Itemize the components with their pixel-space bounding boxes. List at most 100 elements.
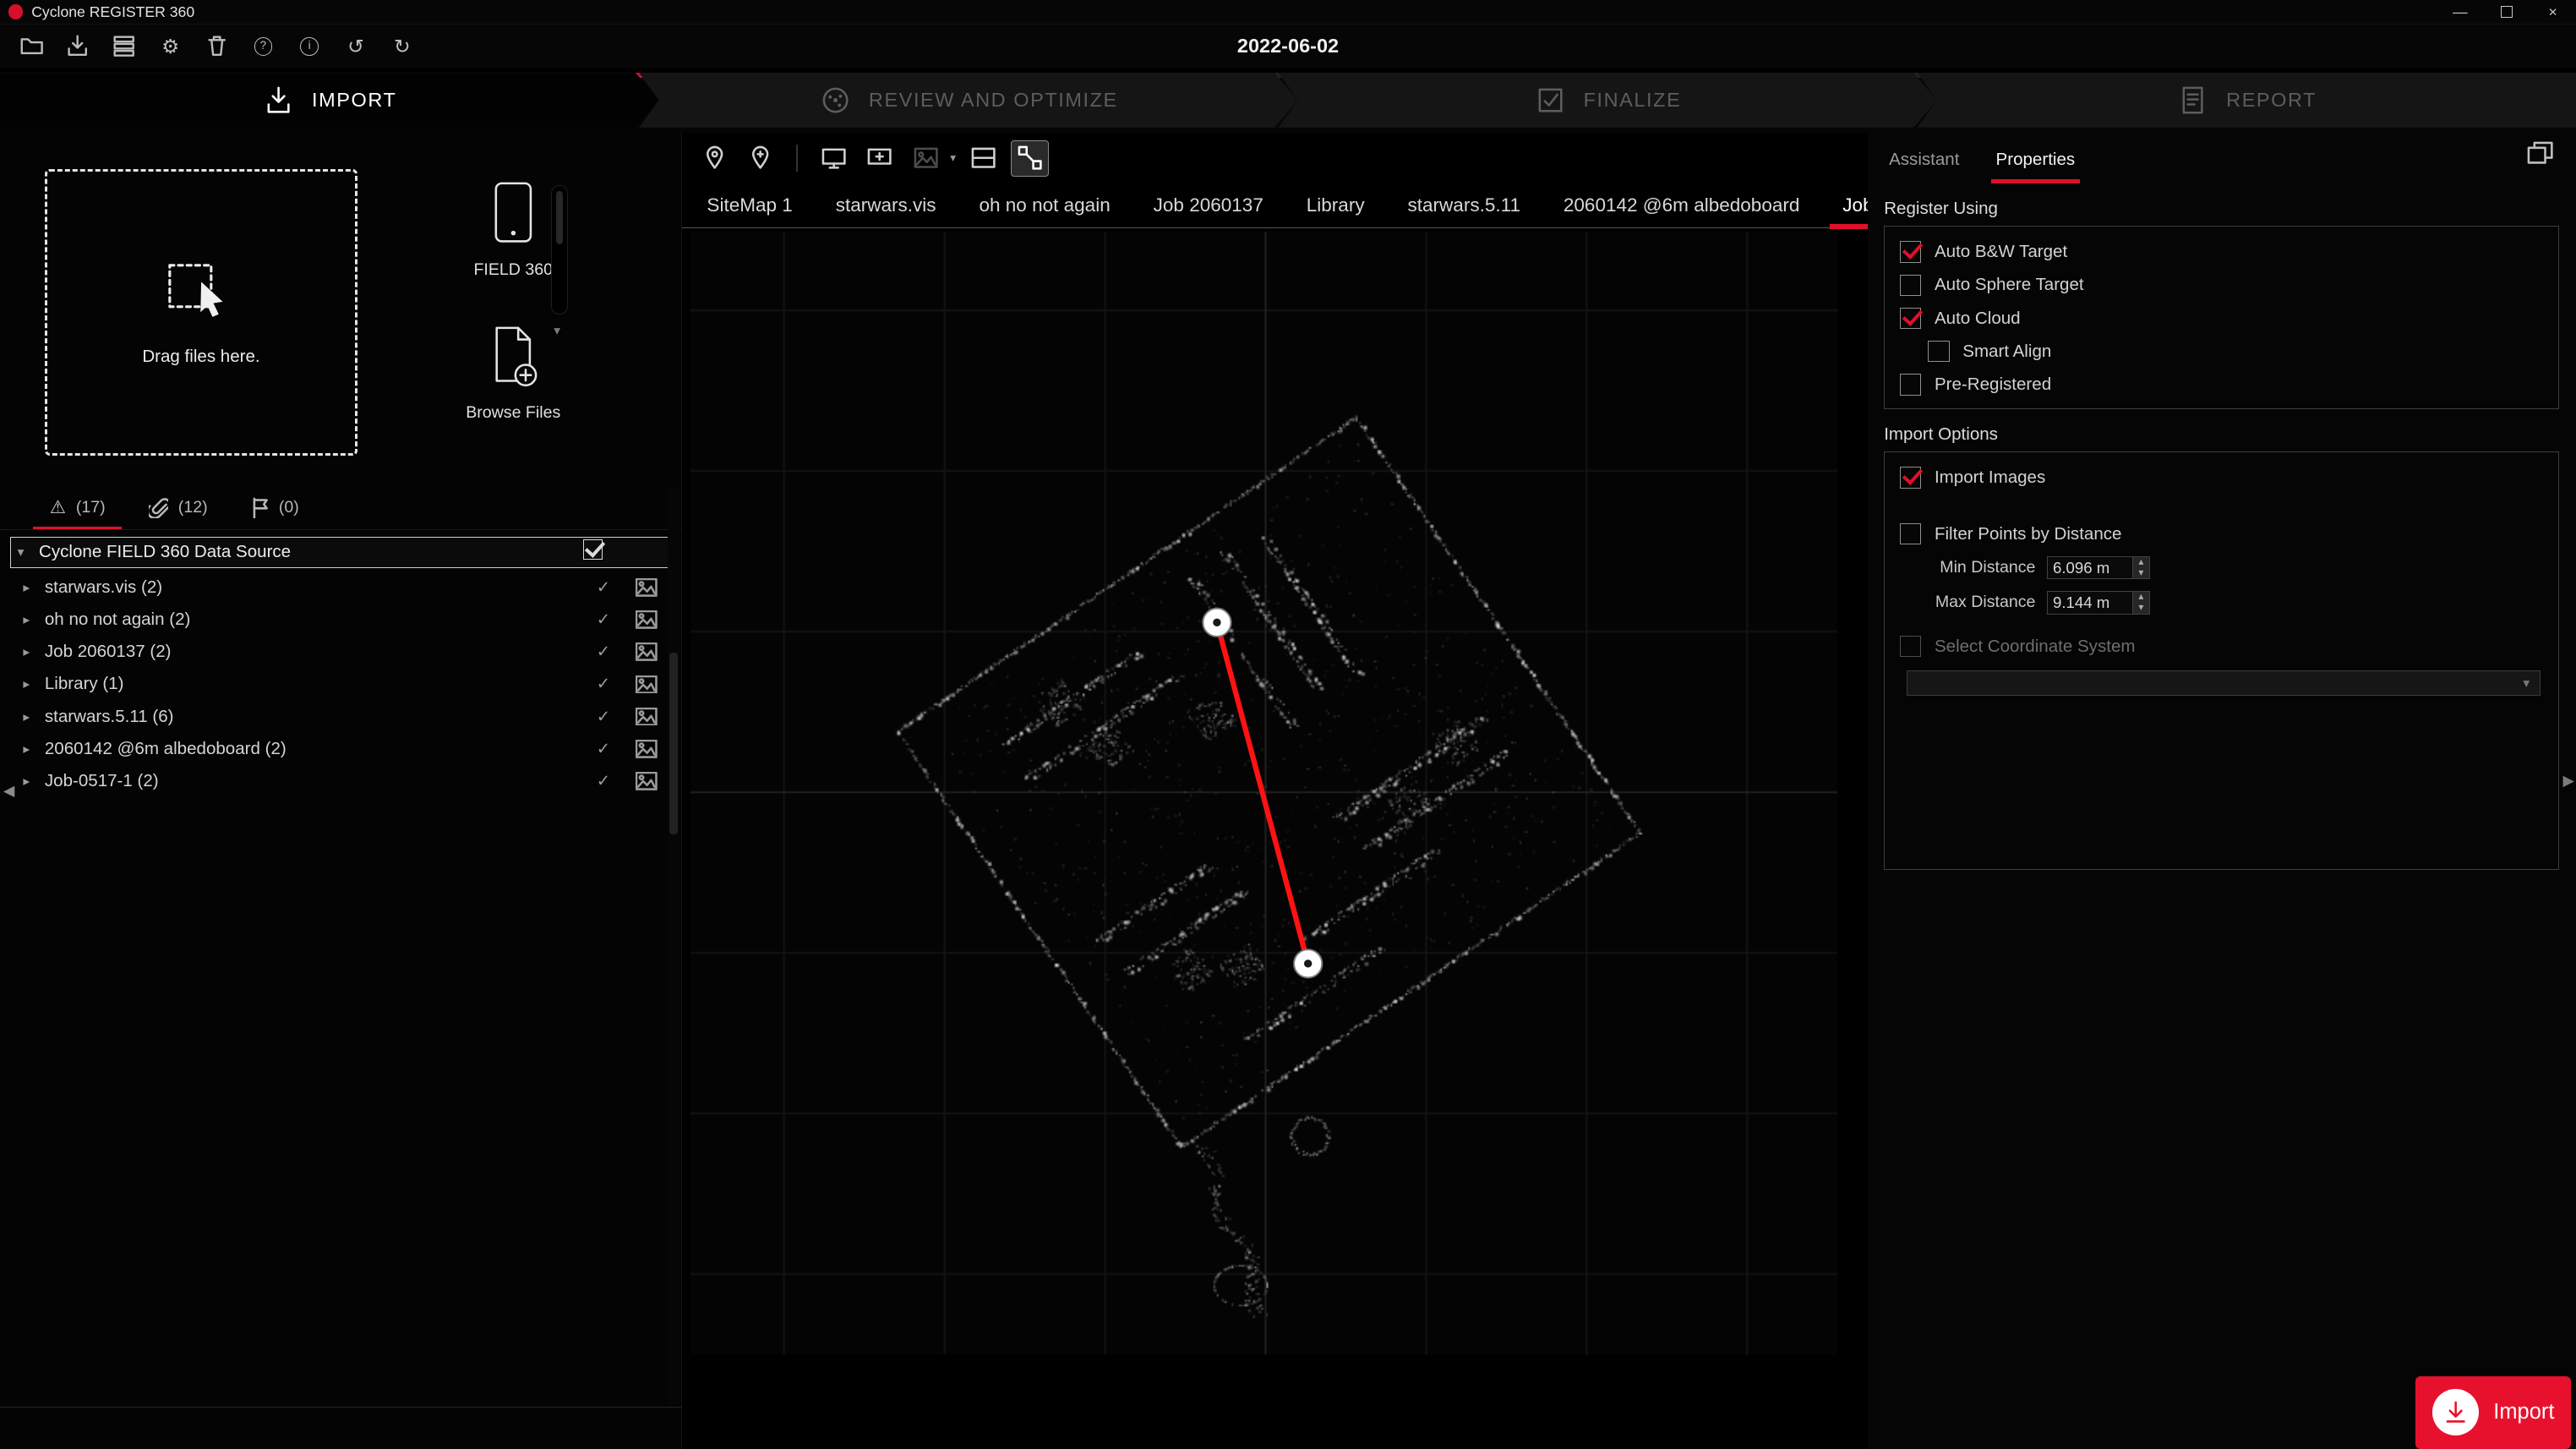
max-distance-value[interactable]: 9.144 m xyxy=(2048,592,2132,613)
auto-cloud-checkbox[interactable] xyxy=(1900,308,1921,329)
import-sources-panel: Drag files here. FIELD 360 Browse Files xyxy=(0,133,682,1449)
sources-scrollbar[interactable]: ▾ xyxy=(551,185,568,314)
workflow-step-review[interactable]: REVIEW AND OPTIMIZE xyxy=(639,73,1298,128)
coordinate-system-dropdown[interactable]: ▾ xyxy=(1907,670,2541,695)
settings-gear-icon[interactable]: ⚙ xyxy=(157,33,183,59)
open-project-icon[interactable] xyxy=(19,33,45,59)
images-icon[interactable] xyxy=(622,675,672,694)
tree-scrollbar[interactable] xyxy=(668,487,679,1404)
doc-tab[interactable]: SiteMap 1 xyxy=(685,186,814,227)
drag-drop-zone[interactable]: Drag files here. xyxy=(45,169,357,456)
image-view-dropdown-icon[interactable]: ▾ xyxy=(950,151,956,165)
expand-caret-icon[interactable]: ▸ xyxy=(23,773,44,790)
max-distance-stepper[interactable]: ▴▾ xyxy=(2132,592,2149,613)
pointcloud-viewport[interactable] xyxy=(690,232,1838,1354)
tree-row[interactable]: ▸ 2060142 @6m albedoboard (2) ✓ xyxy=(0,733,681,765)
doc-tab[interactable]: Library xyxy=(1285,186,1386,227)
images-icon[interactable] xyxy=(622,642,672,661)
tree-row[interactable]: ▸ starwars.vis (2) ✓ xyxy=(0,571,681,604)
delete-icon[interactable] xyxy=(204,33,230,59)
auto-sphere-target-checkbox[interactable] xyxy=(1900,275,1921,296)
included-check-icon[interactable]: ✓ xyxy=(585,739,621,759)
expand-caret-icon[interactable]: ▾ xyxy=(18,544,39,560)
expand-caret-icon[interactable]: ▸ xyxy=(23,579,44,596)
setup-pin-icon[interactable] xyxy=(696,140,734,177)
visual-alignment-icon[interactable] xyxy=(1011,140,1049,177)
float-panel-icon[interactable] xyxy=(2526,140,2554,172)
expand-caret-icon[interactable]: ▸ xyxy=(23,675,44,692)
target-marker-top[interactable] xyxy=(1203,609,1231,637)
tree-header[interactable]: ▾ Cyclone FIELD 360 Data Source xyxy=(10,537,672,568)
select-all-checkbox[interactable] xyxy=(583,539,603,560)
target-marker-bottom[interactable] xyxy=(1294,949,1322,977)
tree-row[interactable]: ▸ Library (1) ✓ xyxy=(0,668,681,700)
field360-source-button[interactable]: FIELD 360 xyxy=(473,179,553,280)
doc-tab[interactable]: 2060142 @6m albedoboard xyxy=(1542,186,1820,227)
option-row: Select Coordinate System xyxy=(1900,636,2544,657)
import-button[interactable]: Import xyxy=(2415,1376,2571,1449)
close-button[interactable]: × xyxy=(2530,0,2576,25)
sitemap-add-icon[interactable] xyxy=(861,140,899,177)
expand-right-panel-button[interactable]: ▶ xyxy=(2563,772,2575,790)
images-icon[interactable] xyxy=(622,708,672,726)
scrollbar-thumb[interactable] xyxy=(669,653,678,834)
redo-icon[interactable]: ↻ xyxy=(389,33,415,59)
filter-points-checkbox[interactable] xyxy=(1900,523,1921,544)
collapse-left-panel-button[interactable]: ◀ xyxy=(3,782,15,800)
doc-tab[interactable]: starwars.vis xyxy=(814,186,958,227)
expand-caret-icon[interactable]: ▸ xyxy=(23,643,44,660)
tree-row[interactable]: ▸ Job-0517-1 (2) ✓ xyxy=(0,765,681,797)
tab-flags[interactable]: (0) xyxy=(234,490,315,529)
included-check-icon[interactable]: ✓ xyxy=(585,707,621,727)
browse-files-button[interactable]: Browse Files xyxy=(466,322,560,423)
images-icon[interactable] xyxy=(622,740,672,758)
maximize-button[interactable] xyxy=(2483,0,2530,25)
tab-attachments[interactable]: (12) xyxy=(132,490,224,529)
scroll-down-icon[interactable]: ▾ xyxy=(554,322,560,339)
min-distance-stepper[interactable]: ▴▾ xyxy=(2132,557,2149,578)
max-distance-input[interactable]: 9.144 m ▴▾ xyxy=(2047,591,2149,614)
doc-tab[interactable]: Job 2060137 xyxy=(1132,186,1285,227)
doc-tab[interactable]: starwars.5.11 xyxy=(1386,186,1542,227)
smart-align-checkbox[interactable] xyxy=(1928,341,1949,362)
option-row: Auto Sphere Target xyxy=(1900,275,2544,296)
import-images-checkbox[interactable] xyxy=(1900,467,1921,488)
included-check-icon[interactable]: ✓ xyxy=(585,610,621,630)
setup-pin-add-icon[interactable] xyxy=(742,140,780,177)
tree-row[interactable]: ▸ oh no not again (2) ✓ xyxy=(0,604,681,636)
workflow-step-report[interactable]: REPORT xyxy=(1917,73,2576,128)
workflow-step-finalize[interactable]: FINALIZE xyxy=(1278,73,1937,128)
tree-row[interactable]: ▸ Job 2060137 (2) ✓ xyxy=(0,636,681,668)
included-check-icon[interactable]: ✓ xyxy=(585,674,621,694)
auto-bw-target-checkbox[interactable] xyxy=(1900,241,1921,262)
min-distance-input[interactable]: 6.096 m ▴▾ xyxy=(2047,556,2149,579)
undo-icon[interactable]: ↺ xyxy=(342,33,368,59)
coordinate-system-checkbox[interactable] xyxy=(1900,636,1921,657)
tree-row[interactable]: ▸ starwars.5.11 (6) ✓ xyxy=(0,701,681,733)
pano-view-icon[interactable] xyxy=(964,140,1002,177)
image-view-icon[interactable] xyxy=(907,140,945,177)
doc-tab[interactable]: oh no not again xyxy=(958,186,1132,227)
included-check-icon[interactable]: ✓ xyxy=(585,642,621,662)
import-data-icon[interactable] xyxy=(64,33,90,59)
workflow-step-import[interactable]: IMPORT xyxy=(0,73,659,128)
tab-assistant[interactable]: Assistant xyxy=(1884,141,1964,184)
tab-properties[interactable]: Properties xyxy=(1991,141,2080,184)
images-icon[interactable] xyxy=(622,610,672,629)
images-icon[interactable] xyxy=(622,772,672,790)
included-check-icon[interactable]: ✓ xyxy=(585,771,621,791)
help-icon[interactable]: ? xyxy=(250,33,276,59)
expand-caret-icon[interactable]: ▸ xyxy=(23,741,44,757)
included-check-icon[interactable]: ✓ xyxy=(585,577,621,598)
pre-registered-checkbox[interactable] xyxy=(1900,374,1921,395)
expand-caret-icon[interactable]: ▸ xyxy=(23,611,44,628)
images-icon[interactable] xyxy=(622,578,672,597)
minimize-button[interactable]: — xyxy=(2437,0,2484,25)
tab-issues[interactable]: ⚠ (17) xyxy=(33,490,122,529)
info-icon[interactable]: i xyxy=(297,33,323,59)
min-distance-value[interactable]: 6.096 m xyxy=(2048,557,2132,578)
scrollbar-thumb[interactable] xyxy=(556,191,563,244)
sitemap-view-icon[interactable] xyxy=(815,140,853,177)
layers-icon[interactable] xyxy=(111,33,137,59)
expand-caret-icon[interactable]: ▸ xyxy=(23,708,44,725)
